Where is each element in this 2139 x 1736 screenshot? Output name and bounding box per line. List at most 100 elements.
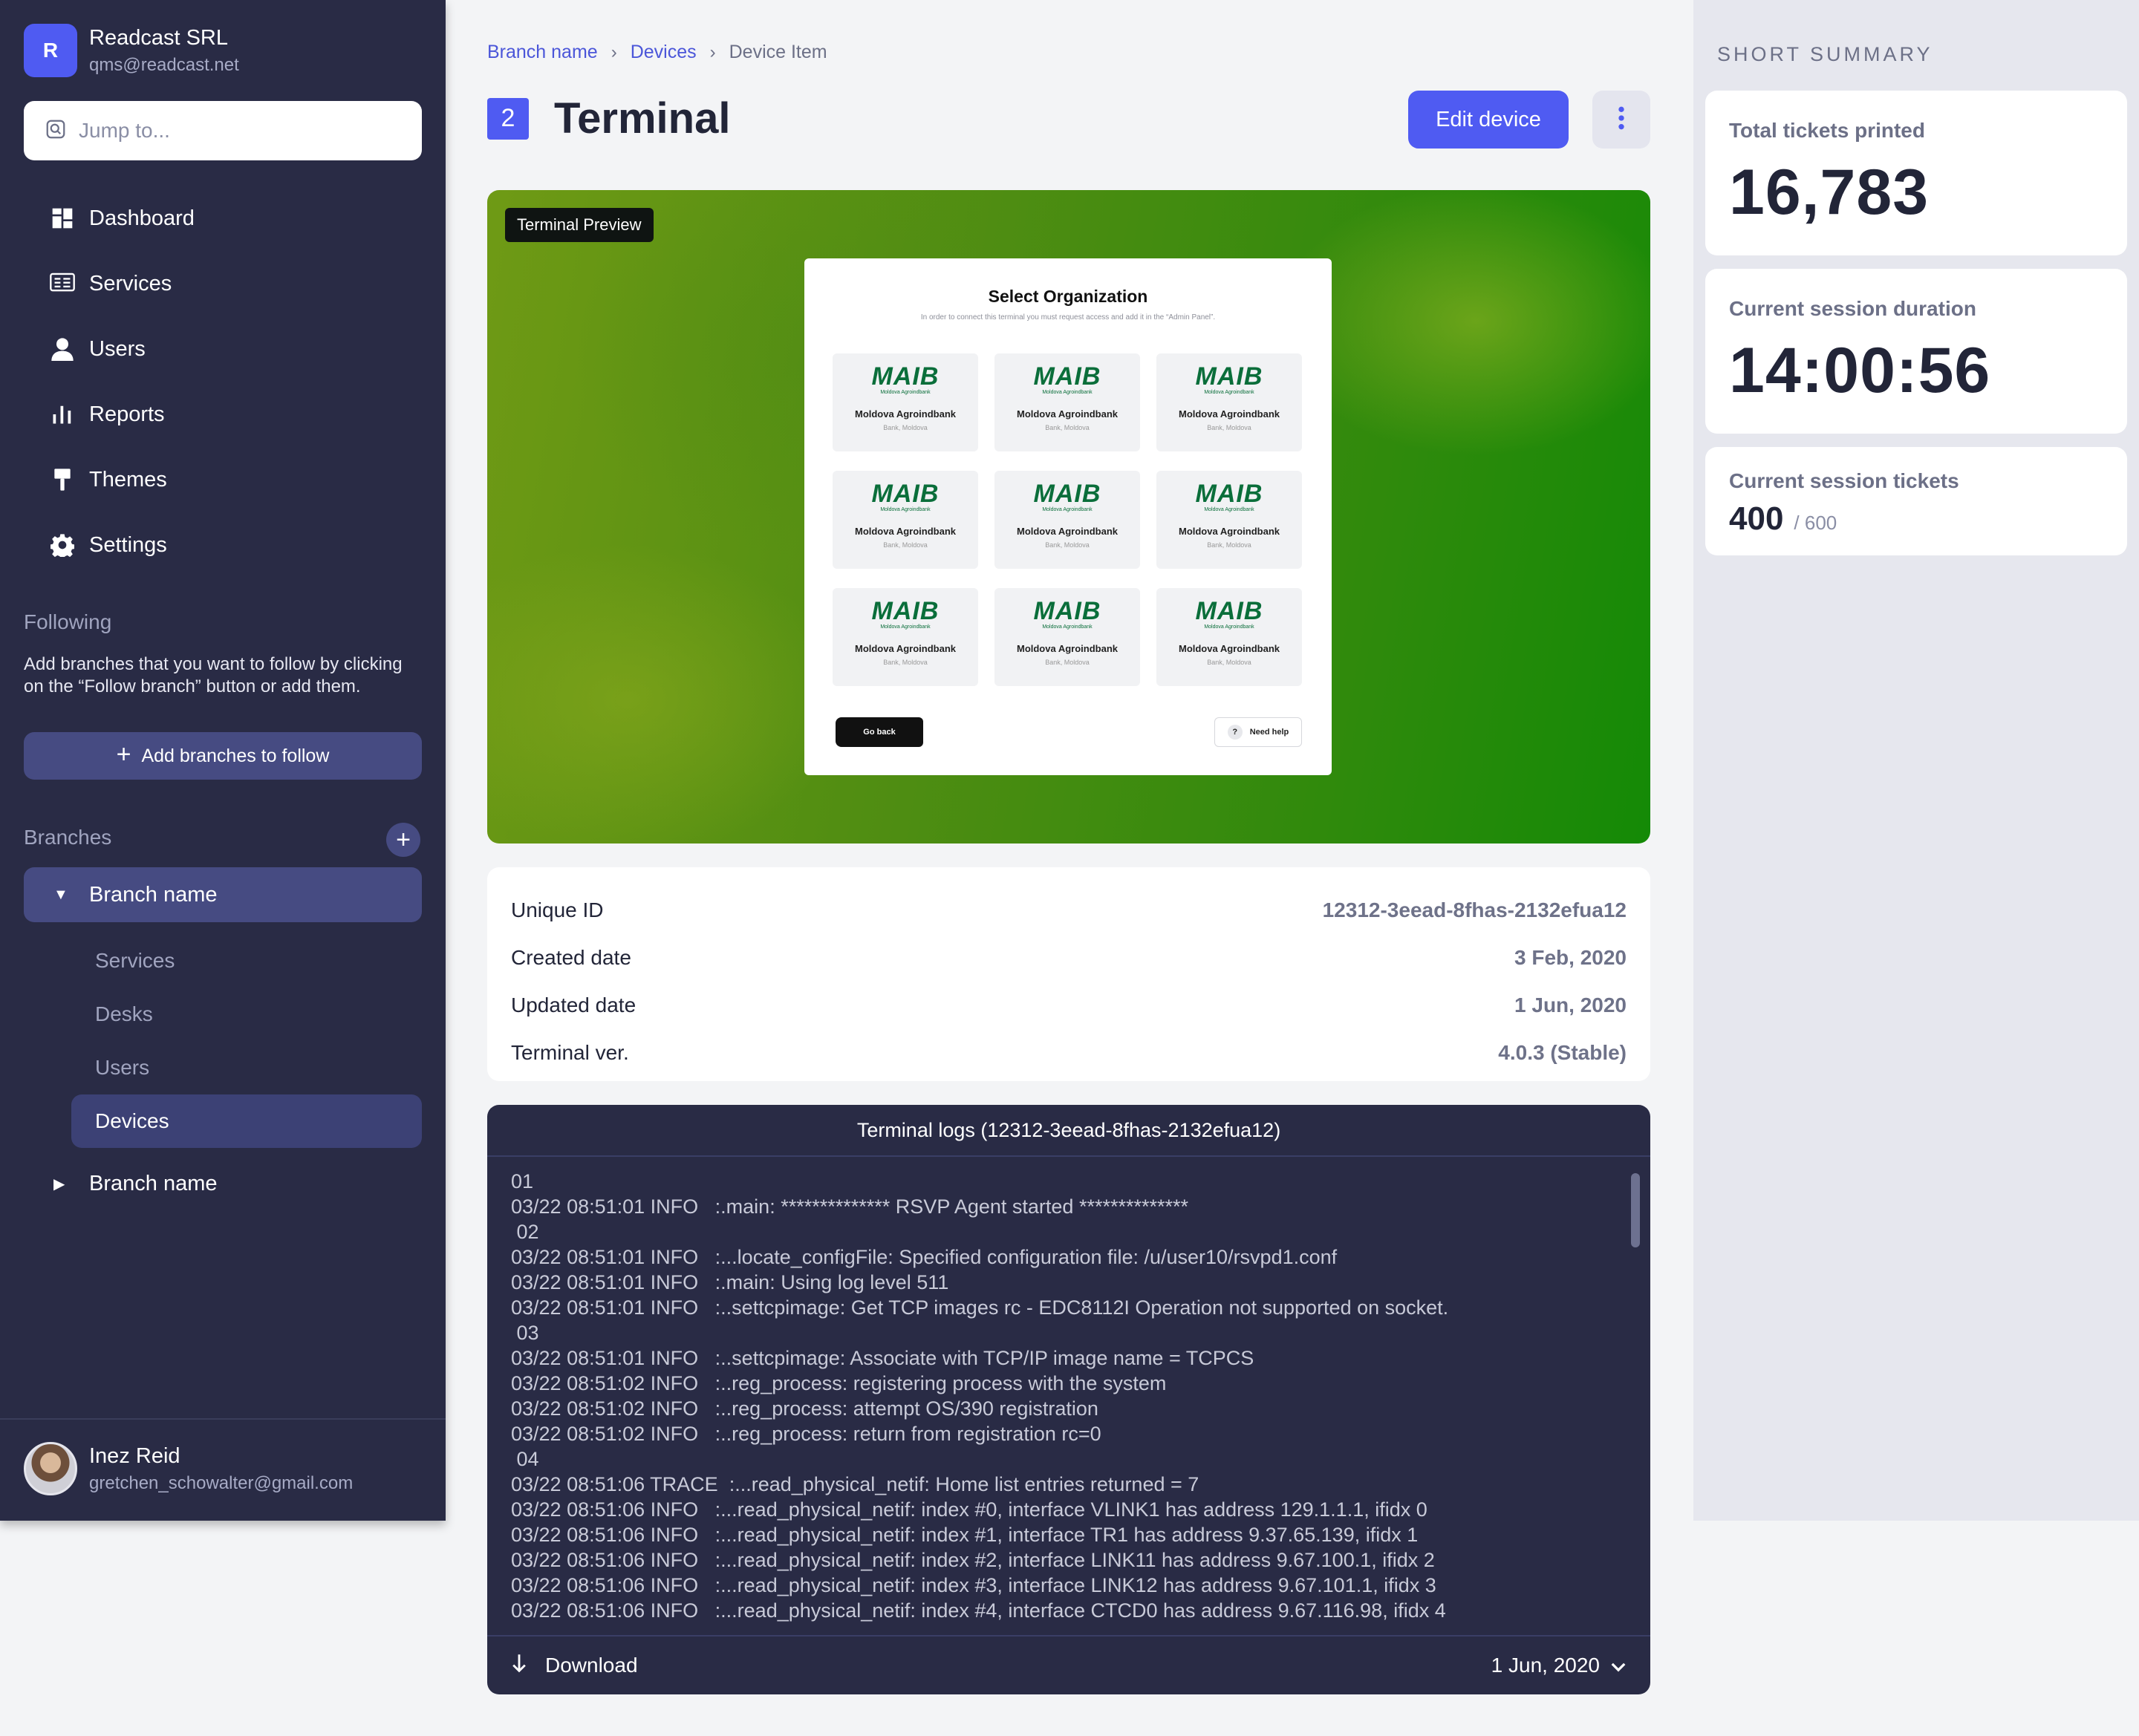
org-card-location: Bank, Moldova: [1207, 659, 1251, 666]
add-branch-button[interactable]: +: [386, 823, 420, 857]
go-back-button[interactable]: Go back: [836, 717, 923, 747]
session-tickets-max: / 600: [1794, 512, 1837, 534]
org-card-name: Moldova Agroindbank: [1178, 643, 1280, 654]
maib-logo: MAIB: [1195, 362, 1263, 391]
org-card-location: Bank, Moldova: [1207, 424, 1251, 431]
org-switcher[interactable]: R Readcast SRL qms@readcast.net: [24, 24, 239, 77]
log-date-value: 1 Jun, 2020: [1491, 1654, 1600, 1677]
nav-item-settings[interactable]: Settings: [24, 512, 422, 578]
edit-device-button[interactable]: Edit device: [1408, 91, 1569, 149]
detail-value: 12312-3eead-8fhas-2132efua12: [1322, 898, 1627, 921]
maib-logo: MAIB: [871, 362, 940, 391]
nav-item-reports[interactable]: Reports: [24, 382, 422, 447]
session-tickets-value: 400: [1729, 500, 1784, 537]
org-card-location: Bank, Moldova: [883, 424, 928, 431]
org-card[interactable]: MAIB Moldova Agroindbank Moldova Agroindba…: [994, 471, 1140, 569]
question-icon: ?: [1227, 725, 1243, 740]
nav-item-services[interactable]: Services: [24, 251, 422, 316]
maib-logo: MAIB: [1033, 597, 1101, 625]
breadcrumb-branch[interactable]: Branch name: [487, 42, 598, 63]
detail-row-unique-id: Unique ID 12312-3eead-8fhas-2132efua12: [511, 887, 1627, 934]
log-line: 03/22 08:51:06 INFO :...read_physical_ne…: [511, 1549, 1435, 1571]
user-email: gretchen_schowalter@gmail.com: [89, 1472, 354, 1493]
log-line: 03/22 08:51:06 INFO :...read_physical_ne…: [511, 1574, 1436, 1596]
kiosk-screen: Select Organization In order to connect …: [804, 258, 1332, 775]
detail-value: 3 Feb, 2020: [1514, 946, 1627, 969]
branch-sub-devices[interactable]: Devices: [71, 1094, 422, 1148]
nav-label: Reports: [89, 402, 165, 426]
gear-icon: [49, 532, 76, 558]
log-line: 03/22 08:51:06 TRACE :...read_physical_n…: [511, 1473, 1199, 1495]
download-label: Download: [545, 1654, 638, 1677]
short-summary-panel: SHORT SUMMARY Total tickets printed 16,7…: [1693, 0, 2139, 1521]
session-duration-value: 14:00:56: [1729, 335, 1991, 406]
branch-item-collapsed[interactable]: ▶ Branch name: [53, 1172, 218, 1196]
log-line: 03: [511, 1322, 539, 1344]
card-label: Current session tickets: [1729, 469, 1959, 492]
page-header: 2 Terminal: [487, 94, 730, 143]
branch-sub-devices-label: Devices: [95, 1109, 169, 1132]
org-card[interactable]: MAIB Moldova Agroindbank Moldova Agroindba…: [833, 471, 978, 569]
reports-icon: [49, 401, 76, 428]
org-card-name: Moldova Agroindbank: [854, 526, 957, 537]
org-card[interactable]: MAIB Moldova Agroindbank Moldova Agroindba…: [1156, 353, 1302, 451]
log-line: 03/22 08:51:02 INFO :..reg_process: atte…: [511, 1397, 1098, 1420]
org-card-name: Moldova Agroindbank: [1016, 526, 1119, 537]
add-branches-label: Add branches to follow: [141, 745, 330, 766]
user-profile[interactable]: Inez Reid gretchen_schowalter@gmail.com: [24, 1442, 353, 1495]
maib-logo-sub: Moldova Agroindbank: [1204, 390, 1254, 395]
log-line: 01: [511, 1170, 534, 1192]
branch-item-expanded[interactable]: ▼ Branch name: [24, 867, 422, 922]
detail-label: Created date: [511, 946, 631, 969]
plus-icon: +: [396, 825, 411, 854]
maib-logo-sub: Moldova Agroindbank: [1204, 624, 1254, 630]
page-title: Terminal: [554, 94, 731, 143]
user-name: Inez Reid: [89, 1443, 180, 1468]
download-button[interactable]: Download: [511, 1654, 638, 1678]
caret-down-icon: ▼: [53, 886, 68, 903]
log-line: 02: [511, 1221, 539, 1243]
log-line: 03/22 08:51:01 INFO :..settcpimage: Asso…: [511, 1347, 1254, 1369]
terminal-preview: Terminal Preview Select Organization In …: [487, 190, 1650, 843]
services-icon: [49, 270, 76, 297]
org-card-name: Moldova Agroindbank: [1178, 526, 1280, 537]
branch-name: Branch name: [89, 1172, 218, 1195]
maib-logo-sub: Moldova Agroindbank: [1042, 624, 1093, 630]
card-label: Total tickets printed: [1729, 119, 1925, 142]
breadcrumb-devices[interactable]: Devices: [631, 42, 697, 63]
log-date-select[interactable]: 1 Jun, 2020: [1491, 1654, 1627, 1677]
org-card[interactable]: MAIB Moldova Agroindbank Moldova Agroindba…: [833, 353, 978, 451]
branch-sub-desks[interactable]: Desks: [95, 1002, 153, 1026]
nav-item-themes[interactable]: Themes: [24, 447, 422, 512]
breadcrumb: Branch name › Devices › Device Item: [487, 42, 827, 63]
org-card[interactable]: MAIB Moldova Agroindbank Moldova Agroindba…: [1156, 471, 1302, 569]
org-card[interactable]: MAIB Moldova Agroindbank Moldova Agroindba…: [994, 588, 1140, 686]
org-avatar: R: [24, 24, 77, 77]
detail-row-updated: Updated date 1 Jun, 2020: [511, 982, 1627, 1029]
org-card[interactable]: MAIB Moldova Agroindbank Moldova Agroindba…: [833, 588, 978, 686]
maib-logo-sub: Moldova Agroindbank: [1042, 390, 1093, 395]
branch-sub-services[interactable]: Services: [95, 949, 175, 973]
chevron-right-icon: ›: [611, 42, 617, 62]
card-label: Current session duration: [1729, 297, 1976, 320]
session-duration-card: Current session duration 14:00:56: [1705, 269, 2127, 434]
branches-title: Branches: [24, 826, 112, 849]
logs-scrollbar[interactable]: [1631, 1164, 1640, 1625]
org-name: Readcast SRL: [89, 25, 228, 50]
more-options-button[interactable]: [1592, 91, 1650, 149]
terminal-logs: Terminal logs (12312-3eead-8fhas-2132efu…: [487, 1105, 1650, 1694]
log-line: 03/22 08:51:01 INFO :.main: ************…: [511, 1195, 1189, 1218]
add-branches-button[interactable]: + Add branches to follow: [24, 732, 422, 780]
kiosk-subtitle: In order to connect this terminal you mu…: [920, 313, 1216, 322]
logs-content[interactable]: 01 03/22 08:51:01 INFO :.main: **********…: [511, 1169, 1580, 1626]
search-icon: [45, 118, 67, 144]
branch-sub-users[interactable]: Users: [95, 1056, 149, 1080]
need-help-button[interactable]: ? Need help: [1214, 717, 1302, 747]
jump-to-search[interactable]: [24, 101, 422, 160]
jump-to-input[interactable]: [79, 119, 406, 143]
nav-item-dashboard[interactable]: Dashboard: [24, 186, 422, 251]
org-card[interactable]: MAIB Moldova Agroindbank Moldova Agroindba…: [1156, 588, 1302, 686]
scroll-thumb[interactable]: [1631, 1173, 1640, 1247]
nav-item-users[interactable]: Users: [24, 316, 422, 382]
org-card[interactable]: MAIB Moldova Agroindbank Moldova Agroindba…: [994, 353, 1140, 451]
